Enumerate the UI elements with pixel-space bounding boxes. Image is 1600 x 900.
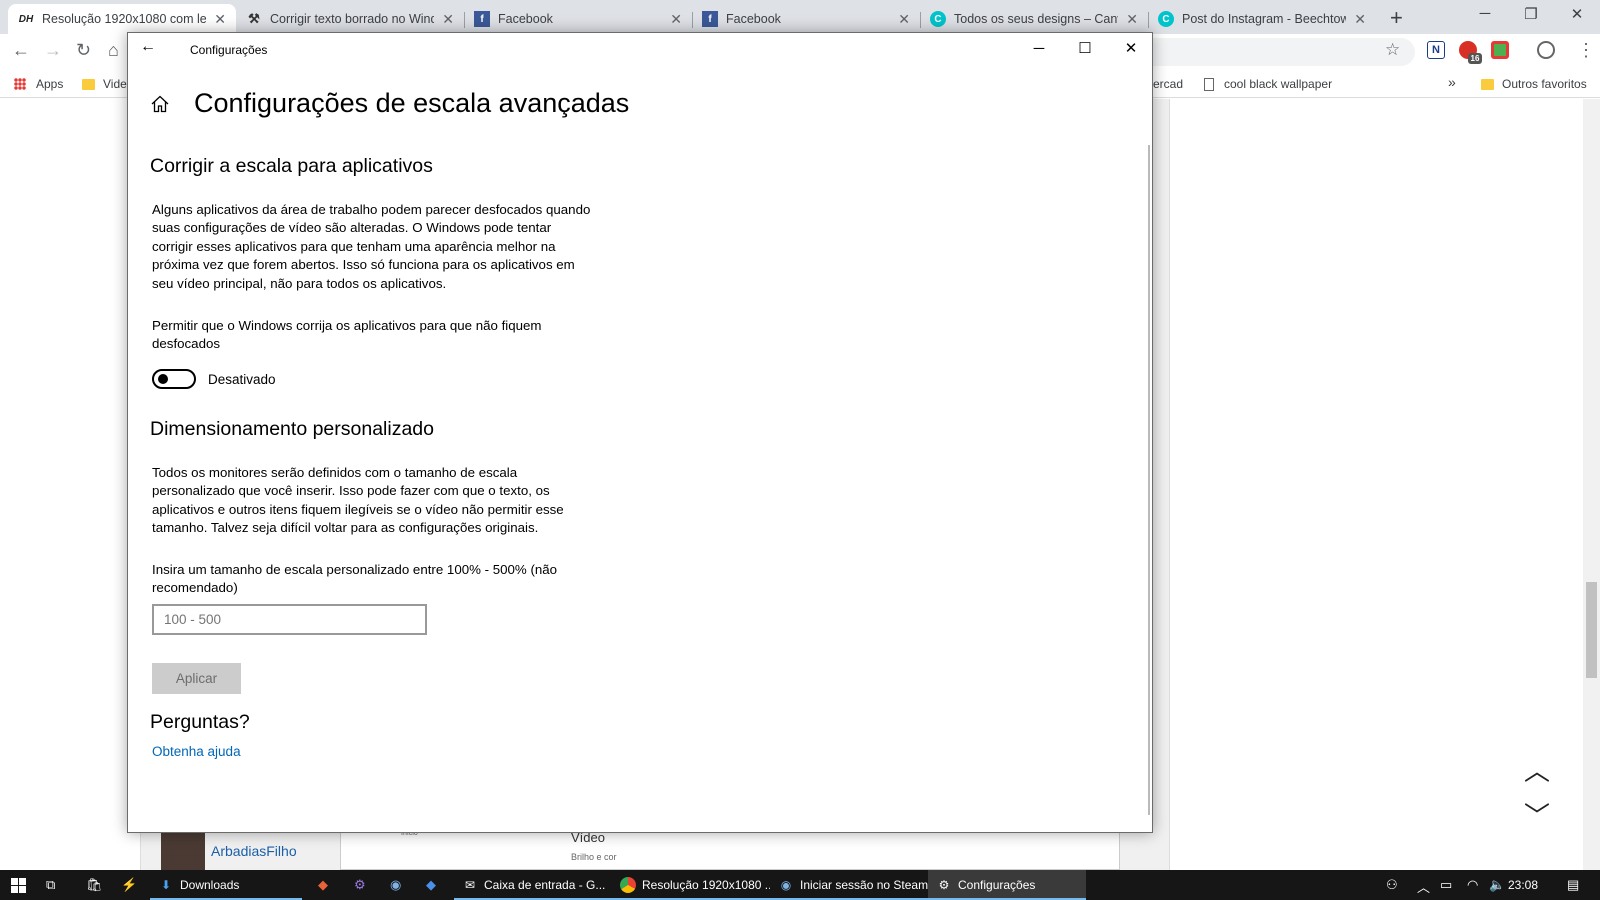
bookmark-cool-black-wallpaper[interactable]: cool black wallpaper xyxy=(1204,77,1332,91)
page-title: Configurações de escala avançadas xyxy=(194,88,630,118)
app-icon-orange[interactable]: ◆ xyxy=(318,877,328,893)
taskbar-item-steam[interactable]: ◉ Iniciar sessão no Steam xyxy=(770,870,928,900)
browser-tab[interactable]: C Todos os seus designs – Canva ✕ xyxy=(920,4,1148,34)
bookmark-apps[interactable]: Apps xyxy=(14,77,63,91)
forward-icon[interactable]: → xyxy=(44,40,62,61)
avatar xyxy=(161,832,205,870)
fix-apps-toggle[interactable] xyxy=(152,369,196,389)
custom-scaling-description: Todos os monitores serão definidos com o… xyxy=(152,465,564,536)
close-tab-icon[interactable]: ✕ xyxy=(1354,11,1366,28)
settings-window: ← Configurações ─ ☐ ✕ Configurações de e… xyxy=(127,32,1153,833)
bookmark-partial[interactable]: ercad xyxy=(1153,77,1183,91)
toggle-prompt-label: Permitir que o Windows corrija os aplica… xyxy=(152,318,542,352)
volume-icon[interactable]: 🔈 xyxy=(1489,877,1505,893)
close-tab-icon[interactable]: ✕ xyxy=(214,11,226,28)
page-scrollbar[interactable] xyxy=(1583,99,1600,870)
taskbar: ⧉ 🛍 ⚡ ⬇ Downloads ◆ ⚙ ◉ ◆ ✉ Caixa de ent… xyxy=(0,870,1600,900)
apply-button[interactable]: Aplicar xyxy=(152,663,241,694)
profile-avatar-icon[interactable] xyxy=(1537,41,1555,59)
background-user[interactable]: ArbadiasFilho xyxy=(161,832,297,870)
mail-icon: ✉ xyxy=(464,878,476,892)
maximize-button[interactable]: ☐ xyxy=(1062,35,1108,63)
bookmark-other-favorites[interactable]: Outros favoritos xyxy=(1481,77,1587,91)
scroll-up-arrow-icon[interactable]: ︿ xyxy=(1524,751,1550,788)
minimize-browser-button[interactable]: ─ xyxy=(1462,5,1508,22)
scrollbar-thumb[interactable] xyxy=(1586,582,1597,678)
canva-icon: C xyxy=(930,11,946,27)
taskbar-item-chrome[interactable]: Resolução 1920x1080 ... xyxy=(612,870,770,900)
page-icon xyxy=(1204,77,1214,91)
taskbar-item-mail[interactable]: ✉ Caixa de entrada - G... xyxy=(454,870,612,900)
show-hidden-icons-chevron-icon[interactable]: ︿ xyxy=(1417,877,1430,896)
apps-grid-icon xyxy=(14,78,26,90)
close-browser-button[interactable]: ✕ xyxy=(1554,5,1600,23)
toggle-state-label: Desativado xyxy=(208,372,276,387)
download-icon: ⬇ xyxy=(160,878,172,892)
browser-tab[interactable]: ⚒ Corrigir texto borrado no Wind ✕ xyxy=(236,4,464,34)
settings-titlebar: ← Configurações ─ ☐ ✕ xyxy=(128,33,1152,65)
browser-tab[interactable]: f Facebook ✕ xyxy=(464,4,692,34)
close-tab-icon[interactable]: ✕ xyxy=(670,11,682,28)
close-tab-icon[interactable]: ✕ xyxy=(1126,11,1138,28)
settings-scrollbar[interactable] xyxy=(1148,145,1150,815)
facebook-icon: f xyxy=(474,11,490,27)
clock[interactable]: 23:08 xyxy=(1508,878,1538,892)
canva-icon: C xyxy=(1158,11,1174,27)
gear-icon: ⚙ xyxy=(938,878,950,892)
app-icon-blue[interactable]: ◆ xyxy=(426,877,436,893)
extension-n-icon[interactable]: N xyxy=(1427,41,1445,59)
wifi-icon[interactable]: ◠ xyxy=(1467,877,1478,893)
restore-browser-button[interactable]: ❐ xyxy=(1508,5,1554,23)
scale-input-label: Insira um tamanho de escala personalizad… xyxy=(152,562,558,596)
new-tab-button[interactable]: + xyxy=(1390,5,1403,31)
browser-tab[interactable]: C Post do Instagram - Beechtow ✕ xyxy=(1148,4,1376,34)
toggle-knob xyxy=(158,374,168,384)
steam-pinned-icon[interactable]: ◉ xyxy=(390,877,401,893)
section-heading-questions: Perguntas? xyxy=(150,711,250,733)
back-icon[interactable]: ← xyxy=(12,40,30,61)
section-heading-fix-scaling: Corrigir a escala para aplicativos xyxy=(150,155,433,177)
facebook-icon: f xyxy=(702,11,718,27)
bookmarks-overflow[interactable]: » xyxy=(1448,74,1456,90)
home-icon[interactable] xyxy=(151,95,169,113)
wrench-icon: ⚒ xyxy=(248,11,260,26)
people-icon[interactable]: ⚇ xyxy=(1386,877,1398,893)
steam-icon: ◉ xyxy=(780,878,792,892)
folder-icon xyxy=(1481,78,1494,90)
flash-app-icon[interactable]: ⚡ xyxy=(121,877,137,893)
browser-tab-strip: DH Resolução 1920x1080 com letr ✕ ⚒ Corr… xyxy=(0,0,1600,34)
home-icon[interactable]: ⌂ xyxy=(108,40,119,61)
reload-icon[interactable]: ↻ xyxy=(76,40,91,61)
bookmark-star-icon[interactable]: ☆ xyxy=(1385,40,1400,60)
taskbar-item-settings[interactable]: ⚙ Configurações xyxy=(928,870,1086,900)
folder-icon xyxy=(82,78,95,90)
extension-color-icon[interactable] xyxy=(1491,41,1509,59)
browser-tab[interactable]: DH Resolução 1920x1080 com letr ✕ xyxy=(8,4,236,34)
dh-icon: DH xyxy=(18,13,34,25)
browser-tab[interactable]: f Facebook ✕ xyxy=(692,4,920,34)
bookmark-folder[interactable]: Vide xyxy=(82,77,127,91)
scroll-down-arrow-icon[interactable]: ﹀ xyxy=(1524,796,1550,833)
close-tab-icon[interactable]: ✕ xyxy=(442,11,454,28)
extension-badge: 16 xyxy=(1468,53,1482,64)
close-tab-icon[interactable]: ✕ xyxy=(898,11,910,28)
custom-scale-input[interactable] xyxy=(152,604,427,635)
menu-dots-icon[interactable]: ⋮ xyxy=(1577,40,1595,61)
store-icon[interactable]: 🛍 xyxy=(86,877,103,893)
app-icon-purple[interactable]: ⚙ xyxy=(354,877,366,893)
close-button[interactable]: ✕ xyxy=(1108,35,1154,63)
minimize-button[interactable]: ─ xyxy=(1016,35,1062,63)
app-title: Configurações xyxy=(190,43,268,57)
windows-start-icon[interactable] xyxy=(11,878,26,893)
battery-icon[interactable]: ▭ xyxy=(1440,877,1452,893)
back-arrow-icon[interactable]: ← xyxy=(140,38,156,56)
notifications-icon[interactable]: ▤ xyxy=(1567,877,1579,893)
task-view-icon[interactable]: ⧉ xyxy=(46,877,55,893)
fix-scaling-description: Alguns aplicativos da área de trabalho p… xyxy=(152,202,591,291)
get-help-link[interactable]: Obtenha ajuda xyxy=(152,744,241,759)
section-heading-custom-scaling: Dimensionamento personalizado xyxy=(150,418,434,440)
taskbar-item-downloads[interactable]: ⬇ Downloads xyxy=(150,870,302,900)
chrome-icon xyxy=(620,877,636,893)
